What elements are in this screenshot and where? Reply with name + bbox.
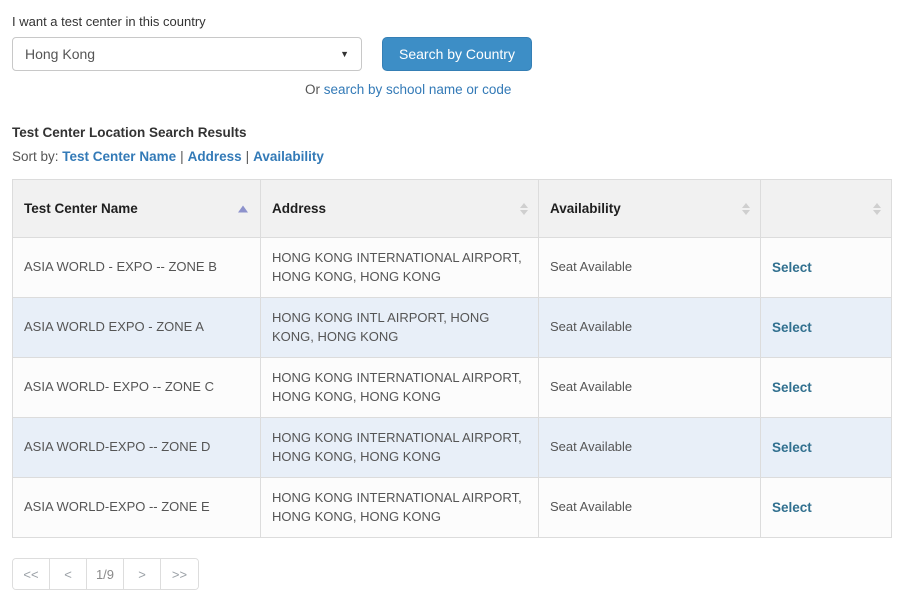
availability-cell: Seat Available [539, 478, 761, 538]
select-link[interactable]: Select [772, 260, 812, 275]
search-by-country-button[interactable]: Search by Country [382, 37, 532, 71]
table-row: ASIA WORLD-EXPO -- ZONE E HONG KONG INTE… [13, 478, 892, 538]
column-header-label: Test Center Name [24, 201, 138, 216]
results-title: Test Center Location Search Results [12, 125, 891, 140]
availability-cell: Seat Available [539, 418, 761, 478]
country-select[interactable]: Hong Kong ▼ [12, 37, 362, 71]
sort-link-address[interactable]: Address [188, 149, 242, 164]
alt-search-prefix: Or [305, 82, 320, 97]
pagination: << < 1/9 > >> [12, 558, 199, 590]
sort-by-label: Sort by: [12, 149, 59, 164]
select-cell: Select [761, 238, 892, 298]
test-center-name-cell: ASIA WORLD - EXPO -- ZONE B [13, 238, 261, 298]
pagination-prev-button[interactable]: < [50, 559, 87, 589]
chevron-down-icon: ▼ [340, 49, 349, 59]
sort-link-availability[interactable]: Availability [253, 149, 324, 164]
pagination-last-button[interactable]: >> [161, 559, 198, 589]
table-row: ASIA WORLD EXPO - ZONE A HONG KONG INTL … [13, 298, 892, 358]
address-cell: HONG KONG INTERNATIONAL AIRPORT, HONG KO… [261, 358, 539, 418]
test-center-name-cell: ASIA WORLD EXPO - ZONE A [13, 298, 261, 358]
address-cell: HONG KONG INTERNATIONAL AIRPORT, HONG KO… [261, 418, 539, 478]
address-cell: HONG KONG INTERNATIONAL AIRPORT, HONG KO… [261, 238, 539, 298]
column-header-label: Address [272, 201, 326, 216]
select-cell: Select [761, 418, 892, 478]
test-center-name-cell: ASIA WORLD-EXPO -- ZONE E [13, 478, 261, 538]
select-cell: Select [761, 478, 892, 538]
address-cell: HONG KONG INTL AIRPORT, HONG KONG, HONG … [261, 298, 539, 358]
column-header-availability[interactable]: Availability [539, 180, 761, 238]
search-by-school-link[interactable]: search by school name or code [324, 82, 512, 97]
sort-separator: | [246, 149, 250, 164]
country-select-value: Hong Kong [25, 46, 95, 62]
column-header-label: Availability [550, 201, 621, 216]
address-cell: HONG KONG INTERNATIONAL AIRPORT, HONG KO… [261, 478, 539, 538]
column-header-test-center-name[interactable]: Test Center Name [13, 180, 261, 238]
table-header-row: Test Center Name Address Availability [13, 180, 892, 238]
test-center-name-cell: ASIA WORLD- EXPO -- ZONE C [13, 358, 261, 418]
select-link[interactable]: Select [772, 320, 812, 335]
select-cell: Select [761, 298, 892, 358]
sort-row: Sort by: Test Center Name|Address|Availa… [12, 149, 891, 164]
sort-icon [873, 203, 881, 215]
country-search-label: I want a test center in this country [12, 14, 891, 29]
search-controls: Hong Kong ▼ Search by Country [12, 37, 891, 71]
table-row: ASIA WORLD-EXPO -- ZONE D HONG KONG INTE… [13, 418, 892, 478]
column-header-address[interactable]: Address [261, 180, 539, 238]
sort-separator: | [180, 149, 184, 164]
sort-icon [742, 203, 750, 215]
select-cell: Select [761, 358, 892, 418]
test-center-name-cell: ASIA WORLD-EXPO -- ZONE D [13, 418, 261, 478]
select-link[interactable]: Select [772, 380, 812, 395]
alt-search-line: Or search by school name or code [305, 82, 891, 97]
select-link[interactable]: Select [772, 500, 812, 515]
pagination-first-button[interactable]: << [13, 559, 50, 589]
table-row: ASIA WORLD - EXPO -- ZONE B HONG KONG IN… [13, 238, 892, 298]
availability-cell: Seat Available [539, 358, 761, 418]
sort-ascending-icon [238, 205, 248, 212]
sort-link-test-center-name[interactable]: Test Center Name [62, 149, 176, 164]
pagination-page-indicator: 1/9 [87, 559, 124, 589]
sort-icon [520, 203, 528, 215]
select-link[interactable]: Select [772, 440, 812, 455]
column-header-select[interactable] [761, 180, 892, 238]
availability-cell: Seat Available [539, 238, 761, 298]
table-row: ASIA WORLD- EXPO -- ZONE C HONG KONG INT… [13, 358, 892, 418]
results-table: Test Center Name Address Availability AS… [12, 179, 892, 538]
pagination-next-button[interactable]: > [124, 559, 161, 589]
availability-cell: Seat Available [539, 298, 761, 358]
